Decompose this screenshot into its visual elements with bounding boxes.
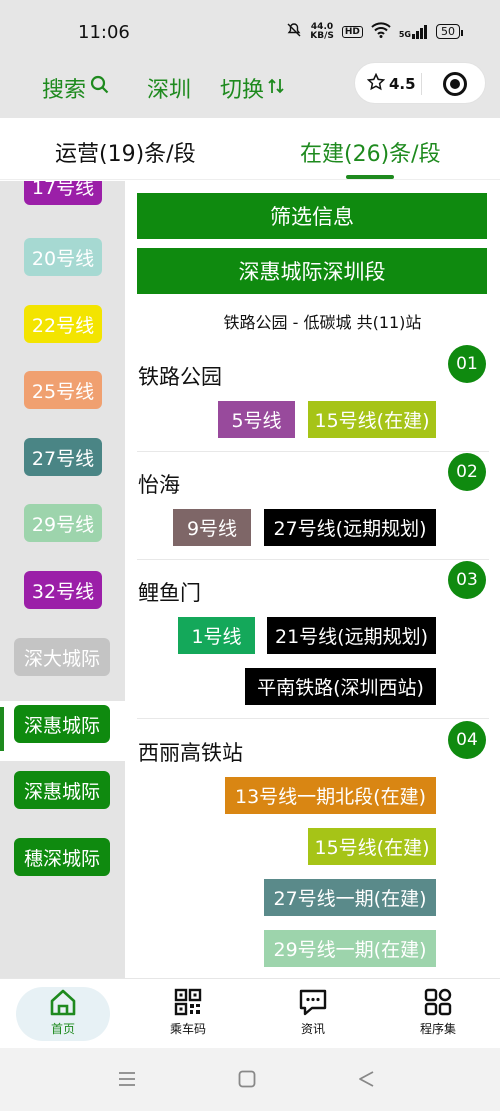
transfer-line-tag: 27号线一期(在建) [264,879,436,916]
switch-button[interactable]: 切换 [220,72,284,104]
sidebar-item-label: 32号线 [31,580,95,603]
station-name: 铁路公园 [138,365,222,389]
home-square-icon[interactable] [238,1070,256,1092]
mute-icon [286,22,302,41]
city-selector[interactable]: 深圳 [147,72,191,104]
search-button[interactable]: 搜索 [42,72,110,104]
tab-home-label: 首页 [50,1022,75,1036]
transfer-line-tag: 13号线一期北段(在建) [225,777,436,814]
tab-home[interactable]: 首页 [13,987,113,1037]
sidebar-item-line29[interactable]: 29号线 [24,504,102,542]
transfer-line-tag: 15号线(在建) [308,828,436,865]
swap-arrows-icon [268,76,284,101]
bottom-tab-bar: 首页 乘车码 资讯 程序集 [0,978,500,1048]
wifi-icon [371,22,391,41]
sidebar-item-line32[interactable]: 32号线 [24,571,102,609]
menu-icon[interactable] [118,1070,136,1092]
status-icons: 44.0 KB/S HD 5G 50 [286,22,463,41]
signal-type: 5G [398,29,411,39]
sidebar-item-label: 25号线 [31,380,95,403]
status-tabs: 运营(19)条/段 在建(26)条/段 [0,118,500,180]
transfer-line-tag: 15号线(在建) [308,401,436,438]
city-label: 深圳 [147,78,192,103]
tab-qrcode-label: 乘车码 [169,1022,206,1036]
station-name: 鲤鱼门 [138,581,201,605]
station-number-badge: 04 [448,721,486,759]
sidebar-item-line25[interactable]: 25号线 [24,371,102,409]
station-name: 怡海 [138,473,180,497]
rating-value: 4.5 [389,75,416,93]
sidebar-item-label: 穗深城际 [23,847,100,870]
tab-qrcode[interactable]: 乘车码 [138,987,238,1037]
status-time: 11:06 [78,22,130,43]
capsule-divider [421,73,422,95]
tab-news[interactable]: 资讯 [263,987,363,1037]
transfer-line-tag: 9号线 [173,509,251,546]
station-divider [137,718,489,719]
sidebar-item-label: 17号线 [31,181,95,199]
sidebar-item-line17[interactable]: 17号线 [24,181,102,205]
line-sidebar: 17号线 20号线 22号线 25号线 27号线 29号线 32号线 深大城际 … [0,181,125,978]
station-name: 西丽高铁站 [138,741,243,765]
tab-apps-label: 程序集 [419,1022,456,1036]
station-range: 铁路公园 - 低碳城 共(11)站 [223,313,422,332]
app-header: 搜索 深圳 切换 4.5 [0,62,500,118]
net-speed-unit: KB/S [310,30,334,41]
message-icon [298,987,328,1017]
sidebar-item-line22[interactable]: 22号线 [24,305,102,343]
transfer-line-tag: 平南铁路(深圳西站) [245,668,436,705]
home-icon [48,987,78,1017]
transfer-line-tag: 27号线(远期规划) [264,509,436,546]
tab-building[interactable]: 在建(26)条/段 [300,136,441,168]
station-number-badge: 02 [448,453,486,491]
rating-button[interactable]: 4.5 [366,72,416,95]
transfer-line-tag: 29号线一期(在建) [264,930,436,967]
qrcode-icon [173,987,203,1017]
sidebar-item-shenda[interactable]: 深大城际 [14,638,110,676]
apps-grid-icon [423,987,453,1017]
filter-button[interactable]: 筛选信息 [137,193,487,239]
sidebar-item-label: 22号线 [31,314,95,337]
sidebar-item-label: 深大城际 [23,647,100,670]
station-number-badge: 03 [448,561,486,599]
sidebar-active-indicator [0,707,4,751]
transfer-line-tag: 21号线(远期规划) [267,617,436,654]
sidebar-item-shenhui[interactable]: 深惠城际 [14,771,110,809]
tab-indicator [346,175,394,179]
net-speed: 44.0 KB/S [310,22,334,41]
hd-badge: HD [341,25,363,38]
switch-label: 切换 [220,78,265,103]
tab-news-label: 资讯 [300,1022,325,1036]
sidebar-item-line20[interactable]: 20号线 [24,238,102,276]
sidebar-item-shenhui-active[interactable]: 深惠城际 [14,705,110,743]
station-divider [137,559,489,560]
sidebar-item-suishen[interactable]: 穗深城际 [14,838,110,876]
status-bar: 11:06 44.0 KB/S HD 5G 50 [0,0,500,62]
sidebar-item-label: 深惠城际 [23,780,100,803]
sidebar-item-line27[interactable]: 27号线 [24,438,102,476]
mini-program-capsule: 4.5 [354,62,486,104]
sidebar-item-label: 29号线 [31,513,95,536]
station-number-badge: 01 [448,345,486,383]
sidebar-item-label: 深惠城际 [23,714,100,737]
transfer-line-tag: 1号线 [178,617,255,654]
star-icon [366,72,386,95]
signal-icon: 5G [398,24,428,39]
system-nav-bar [0,1048,500,1111]
line-detail: 筛选信息 深惠城际深圳段 铁路公园 - 低碳城 共(11)站 铁路公园 01 5… [125,181,500,978]
battery-indicator: 50 [436,24,463,39]
tab-apps[interactable]: 程序集 [388,987,488,1037]
search-label: 搜索 [42,78,87,103]
close-target-icon[interactable] [443,72,467,96]
transfer-line-tag: 5号线 [218,401,295,438]
station-divider [137,451,489,452]
line-title: 深惠城际深圳段 [137,248,487,294]
back-triangle-icon[interactable] [357,1070,375,1092]
sidebar-item-label: 27号线 [31,447,95,470]
sidebar-item-label: 20号线 [31,247,95,270]
search-icon [90,75,110,101]
tab-operating[interactable]: 运营(19)条/段 [55,136,196,168]
